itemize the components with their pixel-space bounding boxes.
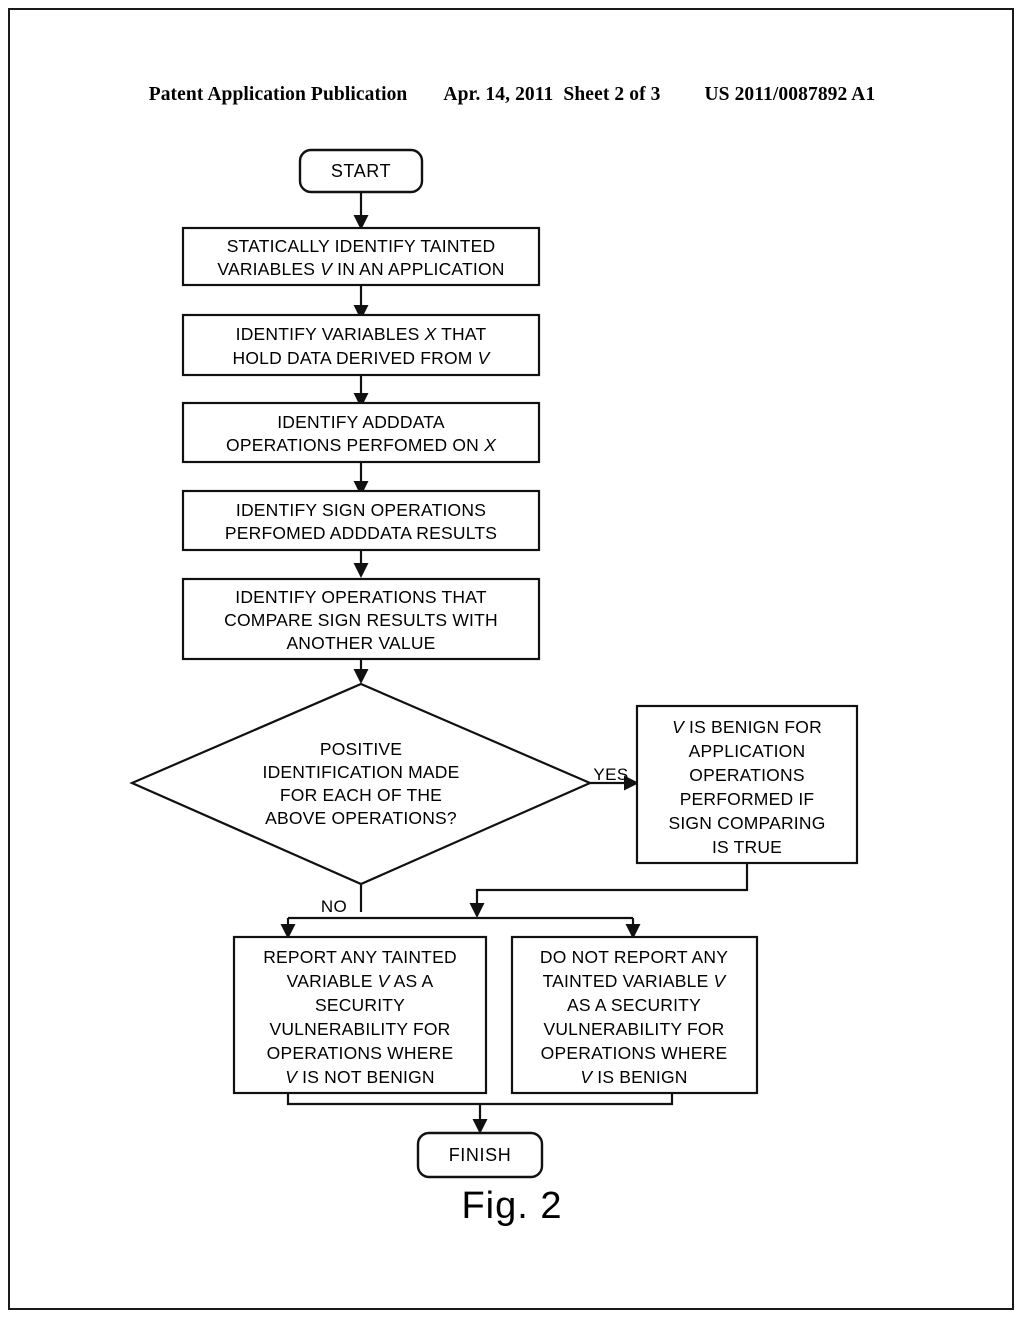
node-benign-line-2: APPLICATION (689, 741, 806, 761)
node-finish[interactable]: FINISH (416, 1131, 544, 1179)
edge-label-no: NO (321, 897, 347, 916)
node-benign-line-4: PERFORMED IF (680, 789, 815, 809)
connector-start-to-step1 (353, 192, 369, 230)
node-step-5-line-2: COMPARE SIGN RESULTS WITH (224, 610, 498, 630)
node-step-4-line-2: PERFOMED ADDDATA RESULTS (225, 523, 497, 543)
node-report-line-3: SECURITY (315, 995, 405, 1015)
node-step-3-line-2: OPERATIONS PERFOMED ON X (226, 435, 497, 455)
node-outcome-report-vulnerability[interactable]: REPORT ANY TAINTED VARIABLE V AS A SECUR… (232, 935, 488, 1095)
node-benign-line-6: IS TRUE (712, 837, 782, 857)
node-step-2-line-1: IDENTIFY VARIABLES X THAT (236, 324, 487, 344)
node-step-3-line-1: IDENTIFY ADDDATA (277, 412, 445, 432)
node-step-identify-compare[interactable]: IDENTIFY OPERATIONS THAT COMPARE SIGN RE… (181, 577, 541, 661)
connector-boxes-to-finish (286, 1093, 674, 1134)
node-step-identify-tainted[interactable]: STATICALLY IDENTIFY TAINTED VARIABLES V … (181, 226, 541, 287)
node-report-line-6: V IS NOT BENIGN (285, 1067, 435, 1087)
node-benign-line-3: OPERATIONS (689, 765, 804, 785)
figure-caption: Fig. 2 (461, 1185, 563, 1227)
node-step-5-line-1: IDENTIFY OPERATIONS THAT (235, 587, 487, 607)
node-step-identify-x[interactable]: IDENTIFY VARIABLES X THAT HOLD DATA DERI… (181, 313, 541, 377)
node-outcome-v-is-benign[interactable]: V IS BENIGN FOR APPLICATION OPERATIONS P… (635, 704, 859, 865)
node-report-line-1: REPORT ANY TAINTED (263, 947, 457, 967)
node-decision-line-1: POSITIVE (320, 739, 402, 759)
node-report-line-4: VULNERABILITY FOR (269, 1019, 450, 1039)
flowchart-diagram: START STATICALLY IDENTIFY TAINTED VARIAB… (129, 148, 859, 1179)
node-no-report-line-2: TAINTED VARIABLE V (543, 971, 728, 991)
node-report-line-5: OPERATIONS WHERE (267, 1043, 454, 1063)
node-step-5-line-3: ANOTHER VALUE (286, 633, 435, 653)
node-decision-positive-identification[interactable]: POSITIVE IDENTIFICATION MADE FOR EACH OF… (129, 682, 593, 886)
node-outcome-do-not-report[interactable]: DO NOT REPORT ANY TAINTED VARIABLE V AS … (510, 935, 759, 1095)
node-benign-line-5: SIGN COMPARING (668, 813, 825, 833)
node-no-report-line-5: OPERATIONS WHERE (541, 1043, 728, 1063)
node-step-1-line-2: VARIABLES V IN AN APPLICATION (217, 259, 504, 279)
node-no-report-line-4: VULNERABILITY FOR (543, 1019, 724, 1039)
connector-benign-to-no-report (469, 863, 749, 918)
node-no-report-line-3: AS A SECURITY (567, 995, 701, 1015)
node-start-label: START (331, 161, 391, 181)
node-step-1-line-1: STATICALLY IDENTIFY TAINTED (227, 236, 496, 256)
connector-step5-to-decision (353, 659, 369, 684)
node-no-report-line-1: DO NOT REPORT ANY (540, 947, 728, 967)
node-step-identify-sign[interactable]: IDENTIFY SIGN OPERATIONS PERFOMED ADDDAT… (181, 489, 541, 552)
node-step-2-line-2: HOLD DATA DERIVED FROM V (233, 348, 492, 368)
node-step-identify-adddata[interactable]: IDENTIFY ADDDATA OPERATIONS PERFOMED ON … (181, 401, 541, 464)
node-decision-line-3: FOR EACH OF THE (280, 785, 442, 805)
node-finish-label: FINISH (449, 1145, 512, 1165)
node-step-4-line-1: IDENTIFY SIGN OPERATIONS (236, 500, 486, 520)
node-decision-line-2: IDENTIFICATION MADE (263, 762, 460, 782)
edge-label-yes: YES (593, 765, 628, 784)
node-no-report-line-6: V IS BENIGN (580, 1067, 687, 1087)
node-benign-line-1: V IS BENIGN FOR (672, 717, 822, 737)
connector-step4-to-step5 (353, 550, 369, 578)
node-start[interactable]: START (298, 148, 424, 194)
node-report-line-2: VARIABLE V AS A (287, 971, 434, 991)
node-decision-line-4: ABOVE OPERATIONS? (265, 808, 457, 828)
